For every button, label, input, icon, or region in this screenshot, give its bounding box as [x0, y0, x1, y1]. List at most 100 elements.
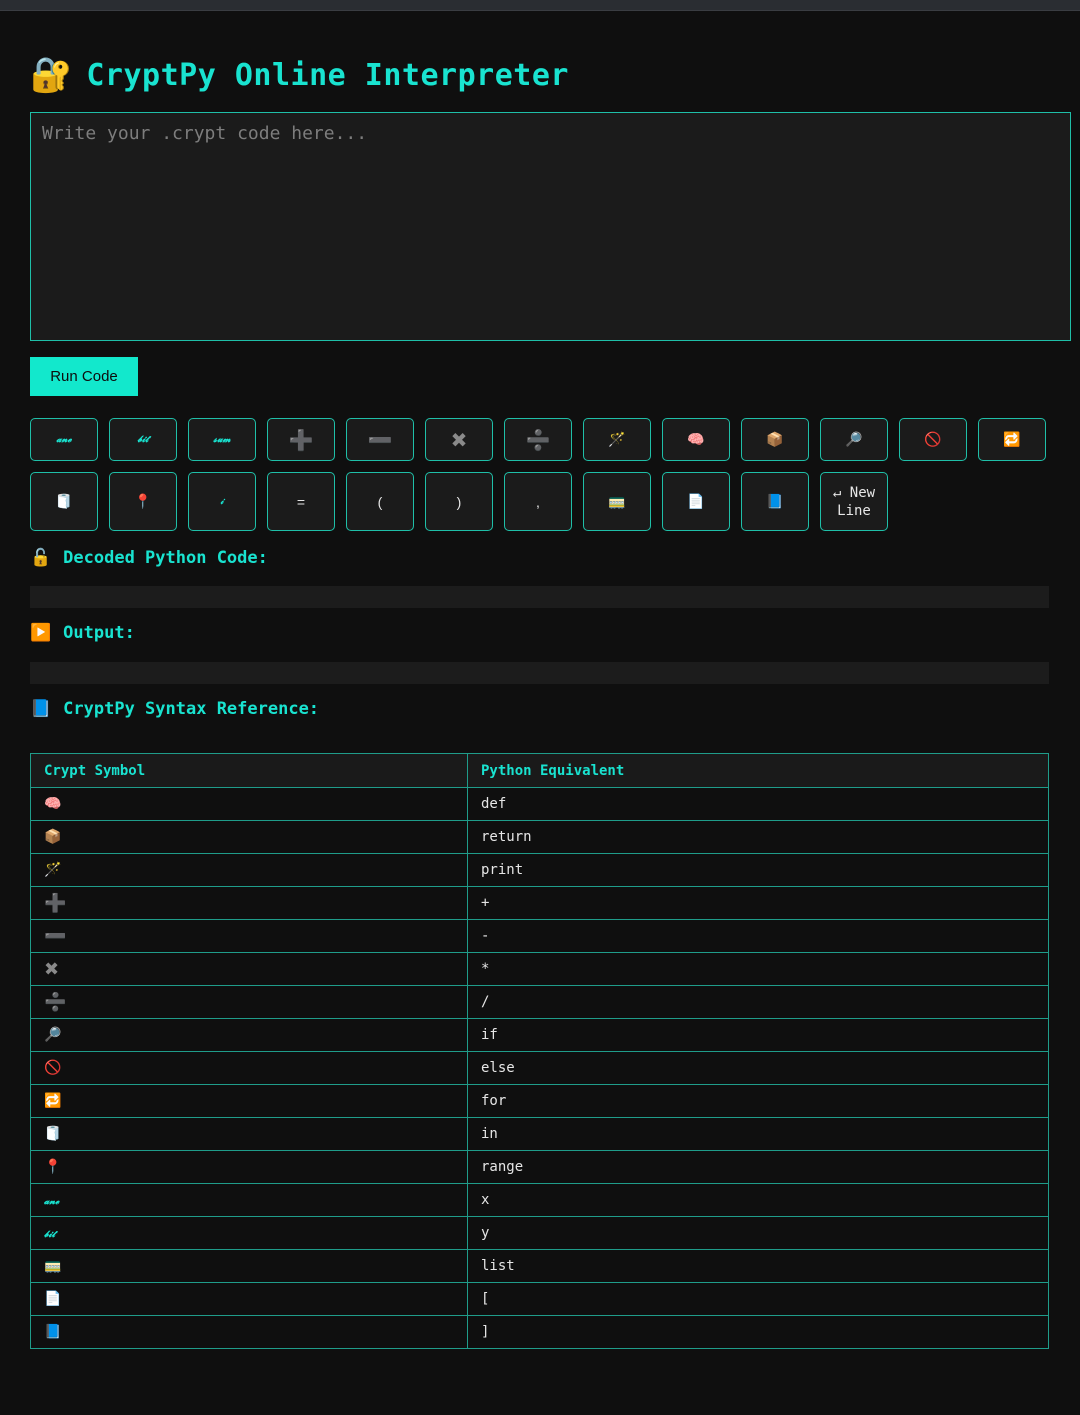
key-close-paren[interactable]: ): [425, 472, 493, 531]
crypt-symbol: 𝓫𝓲𝓽: [44, 1230, 56, 1240]
column-header-python-equivalent: Python Equivalent: [467, 753, 1049, 788]
key-repeat[interactable]: 🔁: [978, 418, 1046, 461]
output-heading: ▶️ Output:: [30, 623, 135, 643]
crypt-symbol: 🔎: [44, 1027, 62, 1043]
page-header: 🔐 CryptPy Online Interpreter: [30, 52, 569, 98]
crypt-symbol: 🧠: [44, 796, 62, 812]
run-code-button[interactable]: Run Code: [30, 357, 138, 396]
crypt-symbol-cell: ➕: [30, 886, 468, 920]
code-editor[interactable]: [30, 112, 1071, 341]
crypt-symbol: ✖: [44, 958, 60, 980]
crypt-symbol-cell: 🧻: [30, 1117, 468, 1151]
table-row: 🔎 if: [30, 1018, 1049, 1052]
crypt-symbol: ➖: [44, 925, 67, 947]
table-row: 🚫 else: [30, 1051, 1049, 1085]
key-multiply-symbol: ✖: [450, 427, 468, 452]
reference-heading-label: CryptPy Syntax Reference:: [63, 699, 320, 719]
python-equivalent-cell: def: [467, 787, 1049, 821]
key-open-paren[interactable]: (: [346, 472, 414, 531]
key-divide-symbol: ➗: [525, 427, 551, 452]
python-equivalent-cell: x: [467, 1183, 1049, 1217]
crypt-symbol-cell: ➖: [30, 919, 468, 953]
key-paper-roll[interactable]: 🧻: [30, 472, 98, 531]
python-equivalent-cell: range: [467, 1150, 1049, 1184]
key-minus[interactable]: ➖: [346, 418, 414, 461]
unlocked-icon: 🔓: [30, 548, 52, 568]
key-divide[interactable]: ➗: [504, 418, 572, 461]
python-equivalent-cell: [: [467, 1282, 1049, 1316]
python-equivalent-cell: print: [467, 853, 1049, 887]
key-blue-book[interactable]: 📘: [741, 472, 809, 531]
python-equivalent-cell: y: [467, 1216, 1049, 1250]
table-row: 📦 return: [30, 820, 1049, 854]
crypt-symbol-cell: 📦: [30, 820, 468, 854]
table-row: ➖ -: [30, 919, 1049, 953]
crypt-symbol-cell: 📄: [30, 1282, 468, 1316]
crypt-symbol: 🔁: [44, 1093, 62, 1109]
key-pin[interactable]: 📍: [109, 472, 177, 531]
table-row: ➕ +: [30, 886, 1049, 920]
crypt-symbol-cell: 🔁: [30, 1084, 468, 1118]
crypt-symbol: 🪄: [44, 862, 62, 878]
crypt-symbol: 📘: [44, 1324, 62, 1340]
crypt-symbol: 📄: [44, 1291, 62, 1307]
table-row: ➗ /: [30, 985, 1049, 1019]
crypt-symbol-cell: ✖: [30, 952, 468, 986]
crypt-symbol: 🚫: [44, 1060, 62, 1076]
key-multiply[interactable]: ✖: [425, 418, 493, 461]
key-package[interactable]: 📦: [741, 418, 809, 461]
table-header-row: Crypt Symbol Python Equivalent: [30, 753, 1049, 788]
table-row: ✖ *: [30, 952, 1049, 986]
python-equivalent-cell: list: [467, 1249, 1049, 1283]
crypt-symbol: 🚃: [44, 1258, 62, 1274]
crypt-symbol-cell: ➗: [30, 985, 468, 1019]
table-row: 🔁 for: [30, 1084, 1049, 1118]
key-page[interactable]: 📄: [662, 472, 730, 531]
key-plus[interactable]: ➕: [267, 418, 335, 461]
python-equivalent-cell: -: [467, 919, 1049, 953]
table-row: 𝓫𝓲𝓽 y: [30, 1216, 1049, 1250]
key-prohibited[interactable]: 🚫: [899, 418, 967, 461]
page-title: CryptPy Online Interpreter: [86, 57, 569, 93]
crypt-symbol-cell: 🧠: [30, 787, 468, 821]
key-plus-symbol: ➕: [288, 427, 314, 452]
table-row: 🪄 print: [30, 853, 1049, 887]
key-new-line[interactable]: ↵ New Line: [820, 472, 888, 531]
crypt-symbol-cell: 𝓫𝓲𝓽: [30, 1216, 468, 1250]
crypt-symbol: 🧻: [44, 1126, 62, 1142]
python-equivalent-cell: return: [467, 820, 1049, 854]
python-equivalent-cell: +: [467, 886, 1049, 920]
crypt-symbol-cell: 📘: [30, 1315, 468, 1349]
key-comma[interactable]: ,: [504, 472, 572, 531]
python-equivalent-cell: else: [467, 1051, 1049, 1085]
python-equivalent-cell: /: [467, 985, 1049, 1019]
table-row: 📄[: [30, 1282, 1049, 1316]
key-sum[interactable]: 𝓼𝓾𝓶: [188, 418, 256, 461]
key-train-car[interactable]: 🚃: [583, 472, 651, 531]
python-equivalent-cell: in: [467, 1117, 1049, 1151]
crypt-symbol-cell: 🪄: [30, 853, 468, 887]
output-heading-label: Output:: [63, 623, 135, 643]
crypt-symbol: ➕: [44, 892, 67, 914]
python-equivalent-cell: if: [467, 1018, 1049, 1052]
key-ane[interactable]: 𝓪𝓷𝓮: [30, 418, 98, 461]
key-bit[interactable]: 𝓫𝓲𝓽: [109, 418, 177, 461]
blue-book-icon: 📘: [30, 699, 52, 719]
decoded-heading-label: Decoded Python Code:: [63, 548, 268, 568]
crypt-symbol: 📦: [44, 829, 62, 845]
table-row: 🚃 list: [30, 1249, 1049, 1283]
output-box: [30, 662, 1049, 684]
reference-heading: 📘 CryptPy Syntax Reference:: [30, 699, 319, 719]
syntax-reference-table: Crypt Symbol Python Equivalent 🧠 def 📦 retu…: [30, 753, 1049, 1349]
key-i[interactable]: 𝒾: [188, 472, 256, 531]
decoded-heading: 🔓 Decoded Python Code:: [30, 548, 268, 568]
column-header-crypt-symbol: Crypt Symbol: [30, 753, 468, 788]
key-magnifier[interactable]: 🔎: [820, 418, 888, 461]
python-equivalent-cell: *: [467, 952, 1049, 986]
keyboard-row-1: 𝓪𝓷𝓮 𝓫𝓲𝓽 𝓼𝓾𝓶 ➕ ➖ ✖ ➗ 🪄 🧠 📦 🔎 🚫 🔁: [30, 418, 1060, 461]
browser-top-bar: [0, 0, 1080, 11]
key-magic-wand[interactable]: 🪄: [583, 418, 651, 461]
symbol-keyboard: 𝓪𝓷𝓮 𝓫𝓲𝓽 𝓼𝓾𝓶 ➕ ➖ ✖ ➗ 🪄 🧠 📦 🔎 🚫 🔁 🧻 📍 𝒾 =(), 🚃 📄 📘 ↵ New Line: [30, 418, 1060, 542]
key-equals[interactable]: =: [267, 472, 335, 531]
key-brain[interactable]: 🧠: [662, 418, 730, 461]
